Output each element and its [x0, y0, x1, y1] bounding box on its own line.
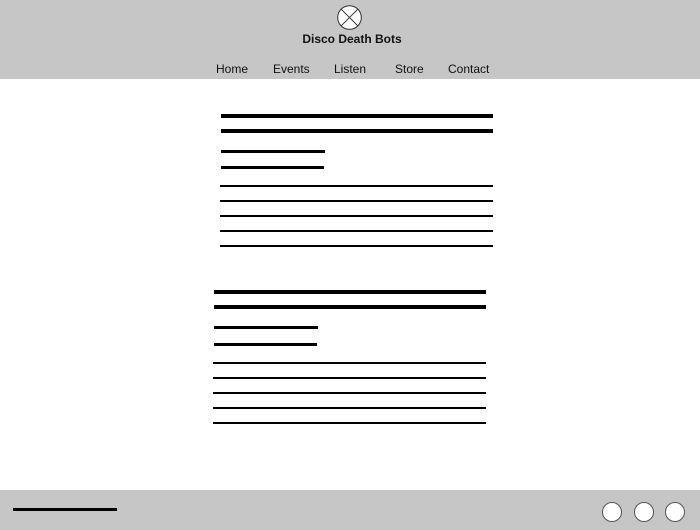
- text-placeholder-line: [213, 377, 486, 379]
- page: Disco Death Bots Home Events Listen Stor…: [0, 0, 700, 530]
- nav-events[interactable]: Events: [273, 62, 310, 76]
- site-header: Disco Death Bots Home Events Listen Stor…: [0, 0, 700, 79]
- heading-placeholder-line: [221, 129, 493, 133]
- text-placeholder-line: [213, 422, 486, 424]
- heading-placeholder-line: [214, 305, 486, 309]
- nav-store[interactable]: Store: [395, 62, 424, 76]
- heading-placeholder-line: [214, 290, 486, 294]
- text-placeholder-line: [213, 362, 486, 364]
- footer-text-placeholder-line: [13, 508, 117, 511]
- text-placeholder-line: [213, 407, 486, 409]
- subheading-placeholder-line: [221, 150, 325, 153]
- logo-placeholder-icon[interactable]: [337, 5, 362, 30]
- heading-placeholder-line: [221, 114, 493, 118]
- nav-home[interactable]: Home: [216, 62, 248, 76]
- text-placeholder-line: [220, 230, 493, 232]
- social-circle-icon[interactable]: [602, 502, 622, 522]
- main-nav: Home Events Listen Store Contact: [0, 62, 700, 78]
- site-title[interactable]: Disco Death Bots: [0, 32, 700, 46]
- text-placeholder-line: [220, 215, 493, 217]
- subheading-placeholder-line: [214, 326, 318, 329]
- text-placeholder-line: [220, 245, 493, 247]
- text-placeholder-line: [213, 392, 486, 394]
- nav-listen[interactable]: Listen: [334, 62, 366, 76]
- subheading-placeholder-line: [221, 166, 324, 169]
- social-circle-icon[interactable]: [665, 502, 685, 522]
- social-circle-icon[interactable]: [634, 502, 654, 522]
- text-placeholder-line: [220, 185, 493, 187]
- text-placeholder-line: [220, 200, 493, 202]
- nav-contact[interactable]: Contact: [448, 62, 489, 76]
- subheading-placeholder-line: [214, 343, 317, 346]
- site-footer: [0, 490, 700, 530]
